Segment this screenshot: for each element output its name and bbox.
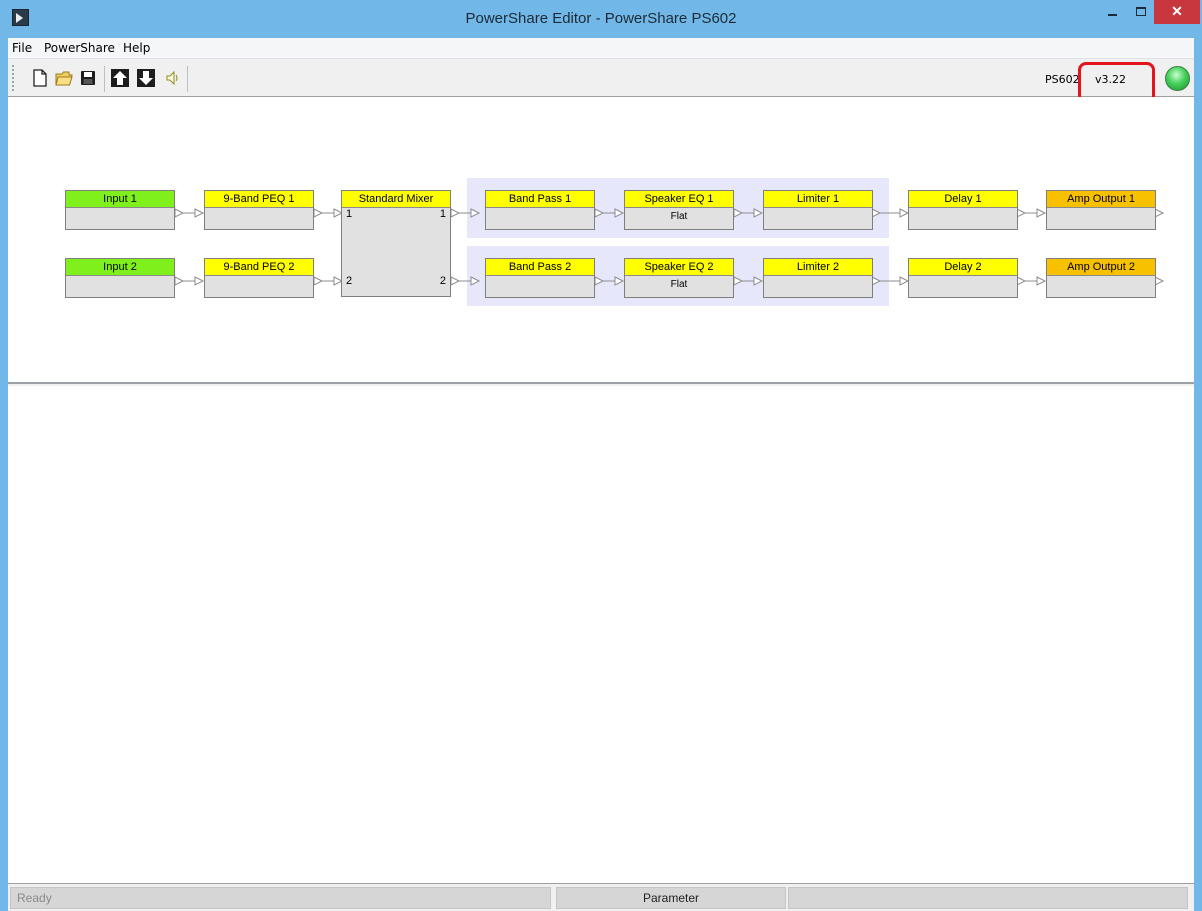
amp-output-block-2[interactable]: Amp Output 2: [1046, 258, 1156, 298]
block-title: Delay 2: [909, 259, 1017, 276]
menu-file[interactable]: File: [12, 41, 32, 55]
status-bar: Ready Parameter: [8, 884, 1194, 911]
upload-arrow-icon[interactable]: [110, 68, 130, 88]
speaker-eq-block-1[interactable]: Speaker EQ 1 Flat: [624, 190, 734, 230]
download-arrow-icon[interactable]: [136, 68, 156, 88]
block-title: Standard Mixer: [342, 191, 450, 208]
toolbar-separator: [104, 66, 105, 92]
mixer-input-1: 1: [346, 208, 353, 220]
limiter-block-1[interactable]: Limiter 1: [763, 190, 873, 230]
close-icon: ✕: [1171, 3, 1183, 19]
input-block-2[interactable]: Input 2: [65, 258, 175, 298]
mixer-input-2: 2: [346, 275, 353, 287]
block-title: 9-Band PEQ 2: [205, 259, 313, 276]
window-client: File PowerShare Help PS602 v3.22 Input 1…: [8, 38, 1194, 911]
speaker-eq-block-2[interactable]: Speaker EQ 2 Flat: [624, 258, 734, 298]
close-button[interactable]: ✕: [1154, 0, 1200, 24]
input-block-1[interactable]: Input 1: [65, 190, 175, 230]
maximize-icon: [1135, 7, 1146, 16]
block-title: 9-Band PEQ 1: [205, 191, 313, 208]
menu-powershare[interactable]: PowerShare: [44, 41, 115, 55]
maximize-button[interactable]: [1127, 0, 1154, 24]
block-title: Band Pass 1: [486, 191, 594, 208]
delay-block-2[interactable]: Delay 2: [908, 258, 1018, 298]
amp-output-block-1[interactable]: Amp Output 1: [1046, 190, 1156, 230]
speaker-eq-value: Flat: [670, 279, 688, 290]
peq-block-1[interactable]: 9-Band PEQ 1: [204, 190, 314, 230]
device-model-label: PS602: [1045, 73, 1080, 86]
block-title: Input 1: [66, 191, 174, 208]
title-bar: PowerShare Editor - PowerShare PS602 ✕: [0, 0, 1202, 38]
block-title: Speaker EQ 2: [625, 259, 733, 276]
toolbar-separator: [187, 66, 188, 92]
open-folder-icon[interactable]: [54, 68, 74, 88]
menu-help[interactable]: Help: [123, 41, 150, 55]
save-disk-icon[interactable]: [78, 68, 98, 88]
window-title: PowerShare Editor - PowerShare PS602: [465, 10, 737, 27]
limiter-block-2[interactable]: Limiter 2: [763, 258, 873, 298]
standard-mixer-block[interactable]: Standard Mixer 1 1 2 2: [341, 190, 451, 297]
delay-block-1[interactable]: Delay 1: [908, 190, 1018, 230]
minimize-icon: [1107, 14, 1117, 16]
block-title: Limiter 1: [764, 191, 872, 208]
band-pass-block-2[interactable]: Band Pass 2: [485, 258, 595, 298]
minimize-button[interactable]: [1097, 0, 1127, 24]
status-parameter: Parameter: [556, 887, 786, 909]
firmware-version-label: v3.22: [1095, 73, 1127, 86]
block-title: Amp Output 2: [1047, 259, 1155, 276]
block-title: Speaker EQ 1: [625, 191, 733, 208]
block-title: Limiter 2: [764, 259, 872, 276]
speaker-eq-value: Flat: [670, 211, 688, 222]
toolbar: PS602 v3.22: [8, 59, 1194, 104]
mixer-output-2: 2: [439, 275, 446, 287]
signal-flow-pane: Input 1 9-Band PEQ 1 Band Pass 1 Speaker…: [8, 97, 1194, 384]
parameter-pane: [8, 386, 1194, 884]
speaker-icon[interactable]: [163, 68, 183, 88]
new-file-icon[interactable]: [30, 68, 50, 88]
block-title: Band Pass 2: [486, 259, 594, 276]
block-title: Delay 1: [909, 191, 1017, 208]
menu-bar: File PowerShare Help: [8, 38, 1194, 59]
mixer-output-1: 1: [439, 208, 446, 220]
signal-wires: [174, 208, 1165, 286]
status-extra: [788, 887, 1188, 909]
status-ready: Ready: [10, 887, 551, 909]
band-pass-block-1[interactable]: Band Pass 1: [485, 190, 595, 230]
block-title: Amp Output 1: [1047, 191, 1155, 208]
toolbar-grip[interactable]: [12, 65, 15, 91]
connection-status-led: [1165, 66, 1190, 91]
block-title: Input 2: [66, 259, 174, 276]
peq-block-2[interactable]: 9-Band PEQ 2: [204, 258, 314, 298]
